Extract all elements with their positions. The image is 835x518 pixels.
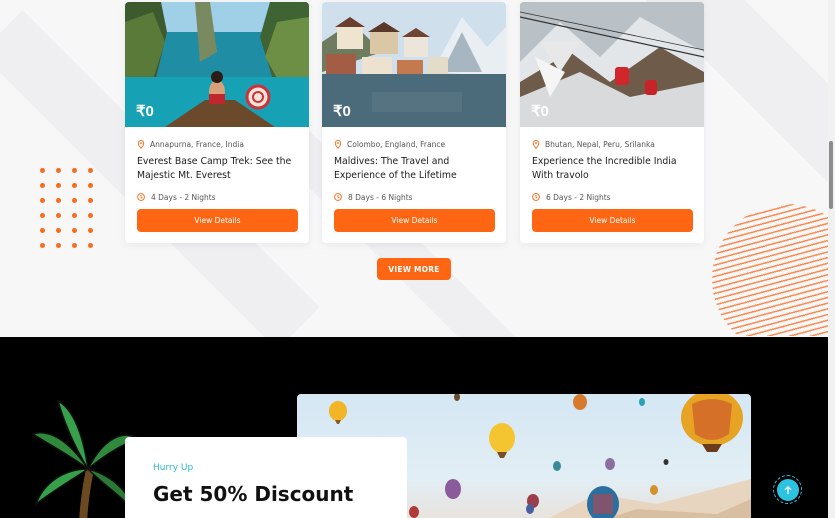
tour-price: ₹0	[333, 103, 351, 120]
discount-section: Hurry Up Get 50% Discount	[0, 337, 828, 518]
tour-duration: 8 Days - 6 Nights	[334, 192, 494, 202]
view-more-button[interactable]: VIEW MORE	[377, 258, 451, 280]
tour-title[interactable]: Experience the Incredible India With tra…	[532, 155, 692, 183]
promo-title: Get 50% Discount	[153, 482, 354, 506]
tour-duration-text: 6 Days - 2 Nights	[546, 192, 611, 202]
tour-duration-text: 4 Days - 2 Nights	[151, 192, 216, 202]
palm-tree-illustration	[31, 399, 138, 518]
tour-image[interactable]: ₹0	[322, 2, 506, 127]
scrollbar-thumb[interactable]	[829, 141, 833, 209]
tours-section: ₹0 Annapurna, France, India Everest Base…	[0, 0, 828, 337]
promo-kicker: Hurry Up	[153, 463, 194, 473]
tour-location: Annapurna, France, India	[137, 139, 297, 149]
tour-image[interactable]: ₹0	[520, 2, 704, 127]
scroll-to-top-button[interactable]	[773, 475, 802, 504]
tour-image[interactable]: ₹0	[125, 2, 309, 127]
tour-location-text: Annapurna, France, India	[150, 139, 244, 149]
view-details-button[interactable]: View Details	[334, 209, 495, 232]
view-details-button[interactable]: View Details	[532, 209, 693, 232]
tour-duration: 6 Days - 2 Nights	[532, 192, 692, 202]
decorative-striped-circle	[712, 204, 828, 336]
tour-duration-text: 8 Days - 6 Nights	[348, 192, 413, 202]
tour-card[interactable]: ₹0 Colombo, England, France Maldives: Th…	[322, 2, 506, 243]
tour-price: ₹0	[531, 103, 549, 120]
tour-price: ₹0	[136, 103, 154, 120]
tour-location-text: Colombo, England, France	[347, 139, 446, 149]
tour-location-text: Bhutan, Nepal, Peru, Srilanka	[545, 139, 655, 149]
tour-card[interactable]: ₹0 Annapurna, France, India Everest Base…	[125, 2, 309, 243]
page-scrollbar[interactable]	[828, 0, 835, 518]
view-details-button[interactable]: View Details	[137, 209, 298, 232]
tour-card[interactable]: ₹0 Bhutan, Nepal, Peru, Srilanka Experie…	[520, 2, 704, 243]
clock-icon	[137, 193, 145, 201]
arrow-up-icon	[784, 485, 791, 494]
tour-location: Bhutan, Nepal, Peru, Srilanka	[532, 139, 692, 149]
decorative-dot-grid	[40, 168, 104, 248]
clock-icon	[334, 193, 342, 201]
map-pin-icon	[334, 139, 342, 149]
tour-title[interactable]: Maldives: The Travel and Experience of t…	[334, 155, 494, 183]
tour-location: Colombo, England, France	[334, 139, 494, 149]
map-pin-icon	[532, 139, 540, 149]
tour-title[interactable]: Everest Base Camp Trek: See the Majestic…	[137, 155, 297, 183]
promo-card: Hurry Up Get 50% Discount	[125, 437, 407, 518]
clock-icon	[532, 193, 540, 201]
tour-duration: 4 Days - 2 Nights	[137, 192, 297, 202]
map-pin-icon	[137, 139, 145, 149]
